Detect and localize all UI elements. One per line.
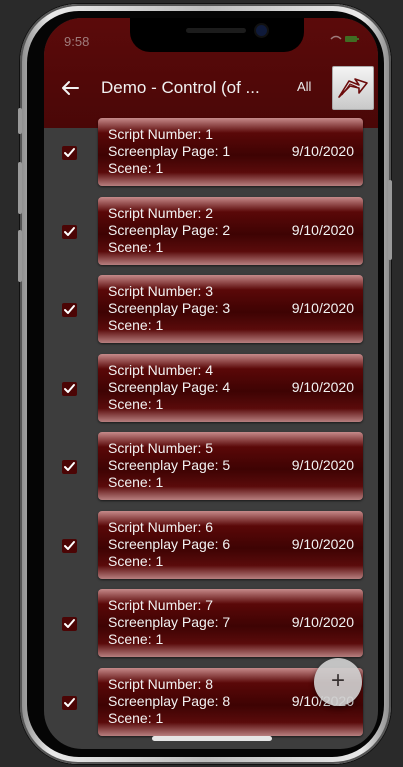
- script-card[interactable]: Script Number: 6 Screenplay Page: 6 Scene:…: [98, 510, 363, 579]
- row-checkbox[interactable]: [62, 146, 77, 160]
- volume-down-button: [18, 230, 22, 282]
- script-date: 9/10/2020: [291, 614, 354, 630]
- scene-label: Scene: 1: [108, 631, 164, 647]
- row-checkbox[interactable]: [62, 695, 77, 710]
- script-date: 9/10/2020: [291, 300, 354, 316]
- script-date: 9/10/2020: [291, 457, 354, 473]
- script-number: Script Number: 5: [108, 440, 214, 456]
- row-checkbox[interactable]: [62, 224, 77, 239]
- row-checkbox[interactable]: [62, 460, 77, 474]
- mute-switch: [18, 108, 22, 134]
- notch: [130, 18, 304, 52]
- arrow-logo-icon: [338, 78, 368, 98]
- checkmark-icon: [64, 305, 75, 314]
- script-card[interactable]: Script Number: 1 Screenplay Page: 1 Scene:…: [98, 118, 363, 186]
- scene-label: Scene: 1: [108, 395, 164, 412]
- screenplay-page: Screenplay Page: 8: [108, 692, 231, 709]
- checkmark-icon: [64, 619, 75, 628]
- checkmark-icon: [64, 226, 75, 236]
- plus-icon: +: [330, 667, 345, 694]
- checkmark-icon: [64, 462, 75, 471]
- screenplay-page: Screenplay Page: 5: [108, 457, 231, 473]
- list-item: Script Number: 2 Screenplay Page: 2 Scene:…: [44, 196, 378, 267]
- checkmark-icon: [64, 540, 75, 550]
- list-item: Script Number: 1 Screenplay Page: 1 Scene:…: [44, 118, 378, 188]
- script-number: Script Number: 2: [108, 204, 214, 221]
- screenplay-page: Screenplay Page: 3: [108, 300, 231, 316]
- script-number: Script Number: 1: [108, 126, 214, 142]
- script-number: Script Number: 4: [108, 361, 214, 378]
- row-checkbox[interactable]: [62, 617, 77, 631]
- screenplay-page: Screenplay Page: 4: [108, 378, 231, 395]
- checkmark-icon: [64, 383, 75, 393]
- list-item: Script Number: 4 Screenplay Page: 4 Scene:…: [44, 353, 378, 424]
- script-card[interactable]: Script Number: 3 Screenplay Page: 3 Scene:…: [98, 275, 363, 343]
- status-time: 9:58: [64, 34, 90, 49]
- script-card[interactable]: Script Number: 2 Screenplay Page: 2 Scene:…: [98, 196, 363, 265]
- list-item: Script Number: 3 Screenplay Page: 3 Scene:…: [44, 275, 378, 345]
- status-icons: [330, 34, 360, 47]
- row-checkbox[interactable]: [62, 538, 77, 553]
- speaker: [186, 28, 246, 33]
- script-date: 9/10/2020: [291, 378, 354, 395]
- checkmark-icon: [64, 148, 75, 157]
- screenplay-page: Screenplay Page: 6: [108, 535, 231, 552]
- row-checkbox[interactable]: [62, 303, 77, 317]
- screenplay-page: Screenplay Page: 7: [108, 614, 231, 630]
- row-checkbox[interactable]: [62, 381, 77, 396]
- script-number: Script Number: 7: [108, 597, 214, 613]
- script-number: Script Number: 6: [108, 518, 214, 535]
- camera: [256, 25, 267, 36]
- app-screen: 9:58 Demo - Control (of ... All Script N…: [44, 18, 378, 749]
- page-title: Demo - Control (of ...: [101, 78, 260, 97]
- home-indicator[interactable]: [152, 736, 272, 741]
- script-card[interactable]: Script Number: 5 Screenplay Page: 5 Scene:…: [98, 432, 363, 500]
- add-button[interactable]: +: [314, 658, 362, 706]
- script-number: Script Number: 8: [108, 675, 214, 692]
- all-button[interactable]: All: [297, 79, 311, 94]
- arrow-left-icon: [62, 81, 79, 95]
- power-button: [388, 180, 392, 260]
- script-number: Script Number: 3: [108, 283, 214, 299]
- scene-label: Scene: 1: [108, 317, 164, 333]
- script-card[interactable]: Script Number: 7 Screenplay Page: 7 Scene:…: [98, 589, 363, 657]
- script-date: 9/10/2020: [291, 221, 354, 238]
- back-button[interactable]: [58, 76, 82, 100]
- scene-label: Scene: 1: [108, 474, 164, 490]
- screenplay-page: Screenplay Page: 2: [108, 221, 231, 238]
- script-date: 9/10/2020: [291, 143, 354, 159]
- volume-up-button: [18, 162, 22, 214]
- scene-label: Scene: 1: [108, 552, 164, 569]
- app-logo[interactable]: [332, 66, 374, 110]
- wifi-battery-icon: [330, 35, 359, 42]
- screenplay-page: Screenplay Page: 1: [108, 143, 231, 159]
- app-header: 9:58 Demo - Control (of ... All: [44, 18, 378, 128]
- checkmark-icon: [64, 697, 75, 707]
- script-card[interactable]: Script Number: 4 Screenplay Page: 4 Scene:…: [98, 353, 363, 422]
- list-item: Script Number: 5 Screenplay Page: 5 Scene:…: [44, 432, 378, 502]
- scene-label: Scene: 1: [108, 238, 164, 255]
- list-item: Script Number: 7 Screenplay Page: 7 Scene:…: [44, 589, 378, 659]
- script-date: 9/10/2020: [291, 535, 354, 552]
- scene-label: Scene: 1: [108, 160, 164, 176]
- list-item: Script Number: 6 Screenplay Page: 6 Scene:…: [44, 510, 378, 581]
- scene-label: Scene: 1: [108, 709, 164, 726]
